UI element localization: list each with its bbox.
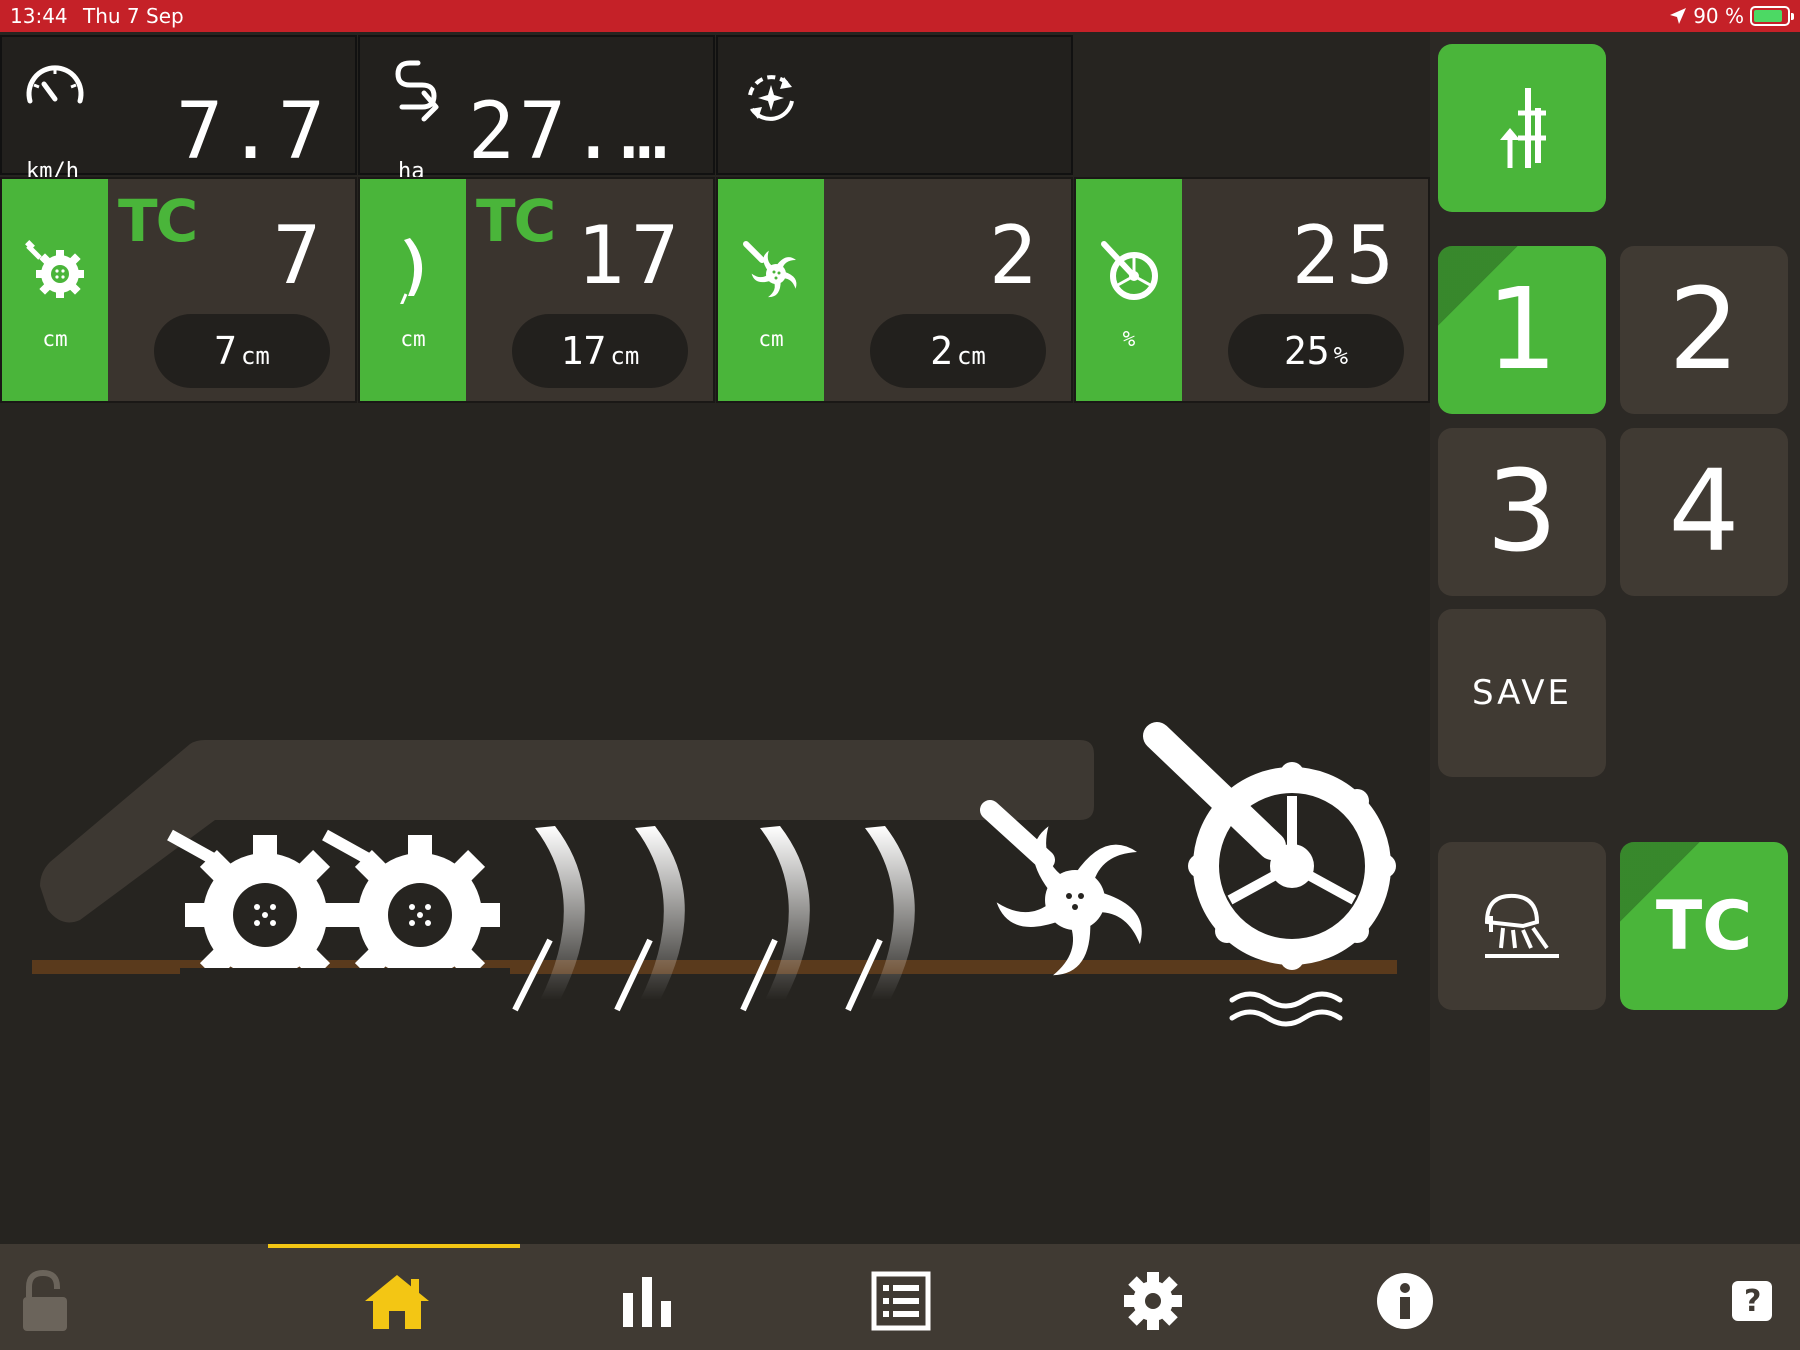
section-strip: cm: [718, 179, 824, 401]
preset-4-button[interactable]: 4: [1620, 428, 1788, 596]
status-right-group: 90 %: [1669, 4, 1794, 28]
press-roller-icon: [1101, 241, 1158, 300]
home-icon: [365, 1275, 429, 1329]
info-icon: [1377, 1273, 1433, 1329]
settings-tab[interactable]: [1118, 1266, 1188, 1336]
preset-label: 2: [1668, 265, 1740, 395]
rotor-icon: [743, 241, 797, 298]
help-button[interactable]: ?: [1722, 1266, 1782, 1336]
pill-unit: cm: [240, 342, 270, 370]
status-time: 13:44: [10, 4, 68, 28]
section-value: 25: [1291, 209, 1400, 302]
pill-value: 17: [560, 329, 607, 373]
battery-percent: 90 %: [1693, 4, 1744, 28]
help-label: ?: [1744, 1284, 1762, 1319]
preset-2-button[interactable]: 2: [1620, 246, 1788, 414]
section-unit: cm: [42, 327, 68, 351]
tc-badge: TC: [118, 187, 198, 255]
section-unit: cm: [400, 327, 426, 351]
statistics-tab[interactable]: [612, 1266, 682, 1336]
section-depth-wheel[interactable]: cm TC 7 7 cm: [0, 177, 357, 403]
bottom-nav: ?: [0, 1244, 1800, 1350]
work-light-button[interactable]: [1438, 842, 1606, 1010]
speed-tile[interactable]: km/h 7.7: [0, 35, 357, 184]
section-value: 2: [988, 209, 1043, 302]
section-unit: cm: [758, 327, 784, 351]
pill-value: 2: [930, 329, 953, 373]
save-button[interactable]: SAVE: [1438, 609, 1606, 777]
pill-value: 25: [1283, 329, 1330, 373]
section-strip: cm: [360, 179, 466, 401]
active-tab-indicator: [268, 1244, 520, 1248]
lock-button[interactable]: [10, 1266, 80, 1336]
area-value: 27.…: [468, 87, 672, 177]
area-path-icon: [395, 60, 439, 122]
save-label: SAVE: [1471, 673, 1573, 713]
location-arrow-icon: [1670, 8, 1687, 24]
section-unit: %: [1122, 327, 1136, 351]
setpoint-pill[interactable]: 2 cm: [870, 314, 1046, 388]
speedometer-icon: [26, 65, 84, 104]
section-strip: %: [1076, 179, 1182, 401]
preset-label: 4: [1668, 447, 1740, 577]
bar-chart-icon: [623, 1277, 671, 1327]
battery-icon: [1750, 6, 1794, 26]
tc-badge: TC: [476, 187, 556, 255]
area-tile[interactable]: ha 27.…: [358, 35, 715, 184]
section-disc-blade[interactable]: cm TC 17 17 cm: [358, 177, 715, 403]
work-light-icon: [1484, 893, 1559, 958]
disc-blade-icon: [400, 238, 423, 304]
speed-value: 7.7: [176, 87, 329, 177]
status-bar: 13:44 Thu 7 Sep 90 %: [0, 0, 1800, 32]
pill-unit: cm: [610, 342, 640, 370]
tc-button[interactable]: TC: [1620, 842, 1788, 1010]
status-date: Thu 7 Sep: [83, 4, 184, 28]
tc-label: TC: [1655, 886, 1753, 966]
preset-label: 3: [1486, 447, 1558, 577]
auto-tile[interactable]: [716, 35, 1073, 175]
waves-icon: [1229, 991, 1343, 1027]
rotor: [980, 800, 1142, 976]
auto-cycle-icon: [748, 75, 794, 121]
pill-unit: cm: [956, 342, 986, 370]
gear-icon: [1124, 1272, 1182, 1330]
section-press-roller[interactable]: % 25 25%: [1074, 177, 1430, 403]
section-strip: cm: [2, 179, 108, 401]
pill-value: 7: [214, 329, 237, 373]
preset-1-button[interactable]: 1: [1438, 246, 1606, 414]
pill-unit: %: [1333, 342, 1349, 370]
preset-3-button[interactable]: 3: [1438, 428, 1606, 596]
section-value: 7: [272, 209, 327, 302]
press-roller: [1143, 722, 1396, 970]
section-value: 17: [576, 209, 685, 302]
setpoint-pill[interactable]: 17 cm: [512, 314, 688, 388]
lift-control-button[interactable]: [1438, 44, 1606, 212]
setpoint-pill[interactable]: 25%: [1228, 314, 1404, 388]
section-rotor[interactable]: cm 2 2 cm: [716, 177, 1073, 403]
lift-control-icon: [1500, 88, 1546, 168]
right-panel: 1 2 3 4 SAVE TC: [1430, 32, 1800, 1244]
list-icon: [871, 1271, 931, 1331]
lock-icon: [23, 1269, 67, 1331]
info-tab[interactable]: [1370, 1266, 1440, 1336]
home-tab[interactable]: [360, 1266, 434, 1336]
setpoint-pill[interactable]: 7 cm: [154, 314, 330, 388]
depth-wheel-icon: [25, 240, 84, 298]
machine-diagram: [32, 722, 1397, 1028]
list-tab[interactable]: [866, 1266, 936, 1336]
preset-label: 1: [1486, 265, 1558, 395]
